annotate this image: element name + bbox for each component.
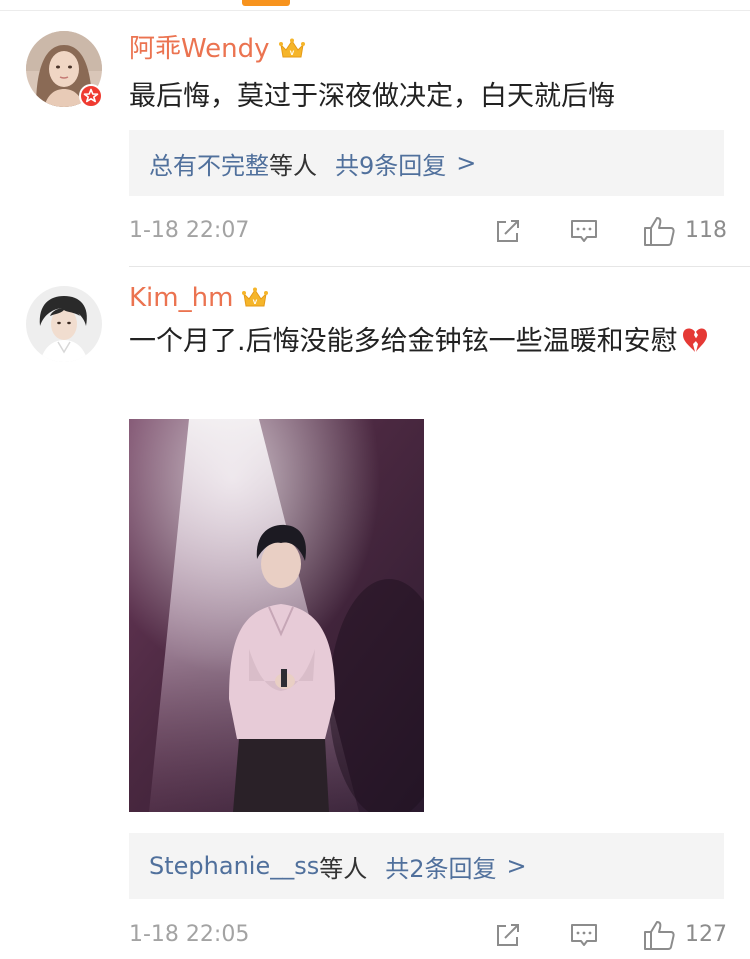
share-icon[interactable] <box>493 920 523 950</box>
timestamp: 1-18 22:07 <box>129 218 250 243</box>
comment-meta: 1-18 22:05 127 <box>129 918 729 952</box>
user-avatar[interactable] <box>26 286 102 362</box>
reply-count-link[interactable]: 共2条回复 <box>385 849 496 884</box>
chevron-right-icon[interactable]: > <box>456 149 476 177</box>
comment-text-content: 一个月了.后悔没能多给金钟铉一些温暖和安慰 <box>129 326 678 357</box>
chevron-right-icon[interactable]: > <box>507 852 527 880</box>
like-count: 118 <box>685 218 727 243</box>
broken-heart-icon <box>682 328 707 352</box>
like-icon[interactable] <box>643 215 677 247</box>
username[interactable]: 阿乖Wendy <box>129 31 270 67</box>
comment-meta: 1-18 22:07 118 <box>129 214 729 248</box>
reply-count-link[interactable]: 共9条回复 <box>335 146 446 181</box>
comment-item: 阿乖Wendy v 最后悔，莫过于深夜做决定，白天就后悔 总有不完整 等人 共9… <box>0 0 750 265</box>
attached-photo[interactable] <box>129 419 424 812</box>
crown-icon: v <box>278 38 305 58</box>
username[interactable]: Kim_hm <box>129 280 233 316</box>
reply-suffix: 等人 <box>269 151 317 180</box>
comment-item: Kim_hm v 一个月了.后悔没能多给金钟铉一些温暖和安慰 Stephanie… <box>0 267 750 959</box>
svg-text:v: v <box>289 48 294 57</box>
verified-badge-icon <box>79 84 103 108</box>
reply-users[interactable]: Stephanie__ss <box>149 852 319 880</box>
crown-icon: v <box>242 287 269 307</box>
like-icon[interactable] <box>643 919 677 951</box>
svg-text:v: v <box>253 297 258 306</box>
timestamp: 1-18 22:05 <box>129 922 250 947</box>
reply-summary[interactable]: 总有不完整 等人 共9条回复 > <box>129 130 724 196</box>
comment-text: 一个月了.后悔没能多给金钟铉一些温暖和安慰 <box>129 322 719 362</box>
comment-icon[interactable] <box>569 216 599 246</box>
share-icon[interactable] <box>493 216 523 246</box>
reply-summary[interactable]: Stephanie__ss 等人 共2条回复 > <box>129 833 724 899</box>
reply-suffix: 等人 <box>319 854 368 883</box>
reply-users[interactable]: 总有不完整 <box>149 146 269 181</box>
comment-icon[interactable] <box>569 920 599 950</box>
like-count: 127 <box>685 922 727 947</box>
comment-text: 最后悔，莫过于深夜做决定，白天就后悔 <box>129 81 615 112</box>
